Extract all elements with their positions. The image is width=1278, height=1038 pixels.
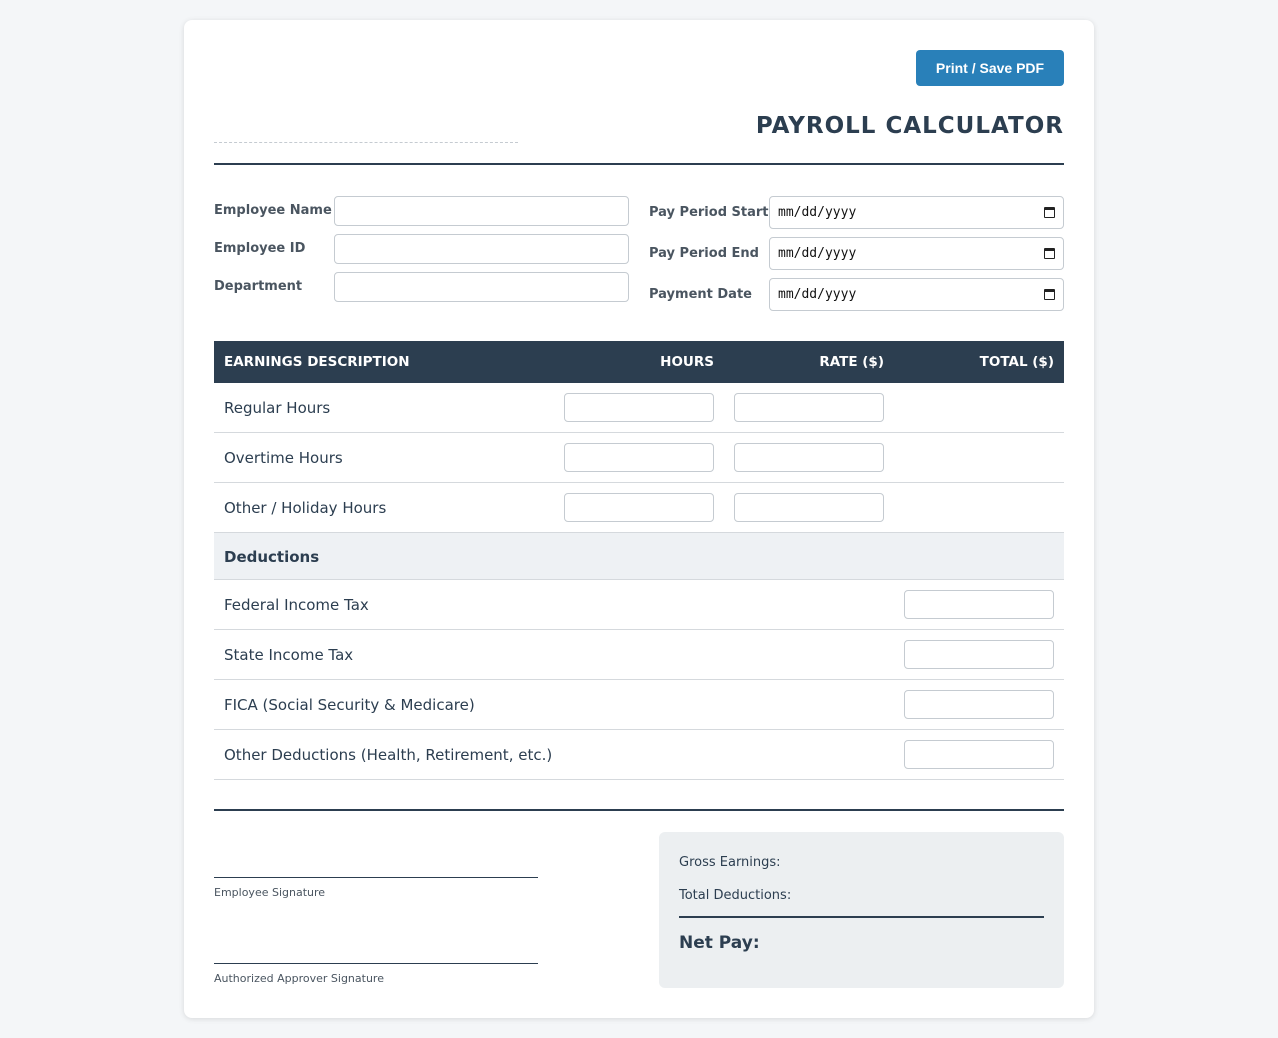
payment-date-label: Payment Date xyxy=(649,287,752,302)
employee-signature-line xyxy=(214,877,538,878)
page-title: PAYROLL CALCULATOR xyxy=(755,113,1064,139)
approver-signature-line xyxy=(214,963,538,964)
employee-name-input[interactable] xyxy=(334,196,629,226)
table-row: Other / Holiday Hours xyxy=(214,483,1064,533)
other-deductions-input[interactable] xyxy=(904,740,1054,769)
column-header-rate: RATE ($) xyxy=(819,354,884,370)
print-save-pdf-button[interactable]: Print / Save PDF xyxy=(916,50,1064,86)
fica-input[interactable] xyxy=(904,690,1054,719)
deduction-row-label: Federal Income Tax xyxy=(224,596,369,614)
column-header-total: TOTAL ($) xyxy=(979,354,1054,370)
payment-date-input[interactable]: mm/dd/yyyy xyxy=(769,278,1064,311)
gross-earnings-label: Gross Earnings: xyxy=(679,855,781,870)
federal-tax-input[interactable] xyxy=(904,590,1054,619)
state-tax-input[interactable] xyxy=(904,640,1054,669)
employee-id-input[interactable] xyxy=(334,234,629,264)
regular-hours-input[interactable] xyxy=(564,393,714,422)
pay-period-end-value: mm/dd/yyyy xyxy=(778,246,857,261)
regular-rate-input[interactable] xyxy=(734,393,884,422)
pay-period-start-label: Pay Period Start xyxy=(649,205,769,220)
table-row: Regular Hours xyxy=(214,383,1064,433)
deduction-row-label: State Income Tax xyxy=(224,646,354,664)
header-divider xyxy=(214,163,1064,165)
employee-name-label: Employee Name xyxy=(214,203,332,218)
earnings-row-label: Overtime Hours xyxy=(224,449,343,467)
approver-signature-label: Authorized Approver Signature xyxy=(214,972,384,985)
department-input[interactable] xyxy=(334,272,629,302)
footer-divider xyxy=(214,809,1064,811)
holiday-rate-input[interactable] xyxy=(734,493,884,522)
column-header-hours: HOURS xyxy=(660,354,714,370)
earnings-table-header: EARNINGS DESCRIPTION HOURS RATE ($) TOTA… xyxy=(214,341,1064,383)
payroll-form-card: Print / Save PDF PAYROLL CALCULATOR Empl… xyxy=(184,20,1094,1018)
deduction-row-label: Other Deductions (Health, Retirement, et… xyxy=(224,746,553,764)
pay-period-end-label: Pay Period End xyxy=(649,246,759,261)
column-header-description: EARNINGS DESCRIPTION xyxy=(224,354,410,370)
net-pay-label: Net Pay: xyxy=(679,933,760,953)
overtime-hours-input[interactable] xyxy=(564,443,714,472)
company-logo-placeholder-line xyxy=(214,142,518,143)
table-row: State Income Tax xyxy=(214,630,1064,680)
table-row: FICA (Social Security & Medicare) xyxy=(214,680,1064,730)
payment-date-value: mm/dd/yyyy xyxy=(778,287,857,302)
earnings-row-label: Other / Holiday Hours xyxy=(224,499,387,517)
employee-id-label: Employee ID xyxy=(214,241,306,256)
employee-signature-label: Employee Signature xyxy=(214,886,326,899)
deductions-heading: Deductions xyxy=(224,548,320,566)
table-row: Federal Income Tax xyxy=(214,580,1064,630)
earnings-row-label: Regular Hours xyxy=(224,399,331,417)
pay-period-start-input[interactable]: mm/dd/yyyy xyxy=(769,196,1064,229)
total-deductions-label: Total Deductions: xyxy=(679,888,792,903)
table-row: Other Deductions (Health, Retirement, et… xyxy=(214,730,1064,780)
calendar-icon[interactable] xyxy=(1044,248,1055,259)
calendar-icon[interactable] xyxy=(1044,207,1055,218)
holiday-hours-input[interactable] xyxy=(564,493,714,522)
pay-period-end-input[interactable]: mm/dd/yyyy xyxy=(769,237,1064,270)
pay-period-start-value: mm/dd/yyyy xyxy=(778,205,857,220)
overtime-rate-input[interactable] xyxy=(734,443,884,472)
table-row: Overtime Hours xyxy=(214,433,1064,483)
summary-divider xyxy=(679,916,1044,918)
calendar-icon[interactable] xyxy=(1044,289,1055,300)
deductions-section-header: Deductions xyxy=(214,533,1064,580)
pay-summary-box: Gross Earnings: Total Deductions: Net Pa… xyxy=(659,832,1064,988)
deduction-row-label: FICA (Social Security & Medicare) xyxy=(224,696,475,714)
department-label: Department xyxy=(214,279,303,294)
